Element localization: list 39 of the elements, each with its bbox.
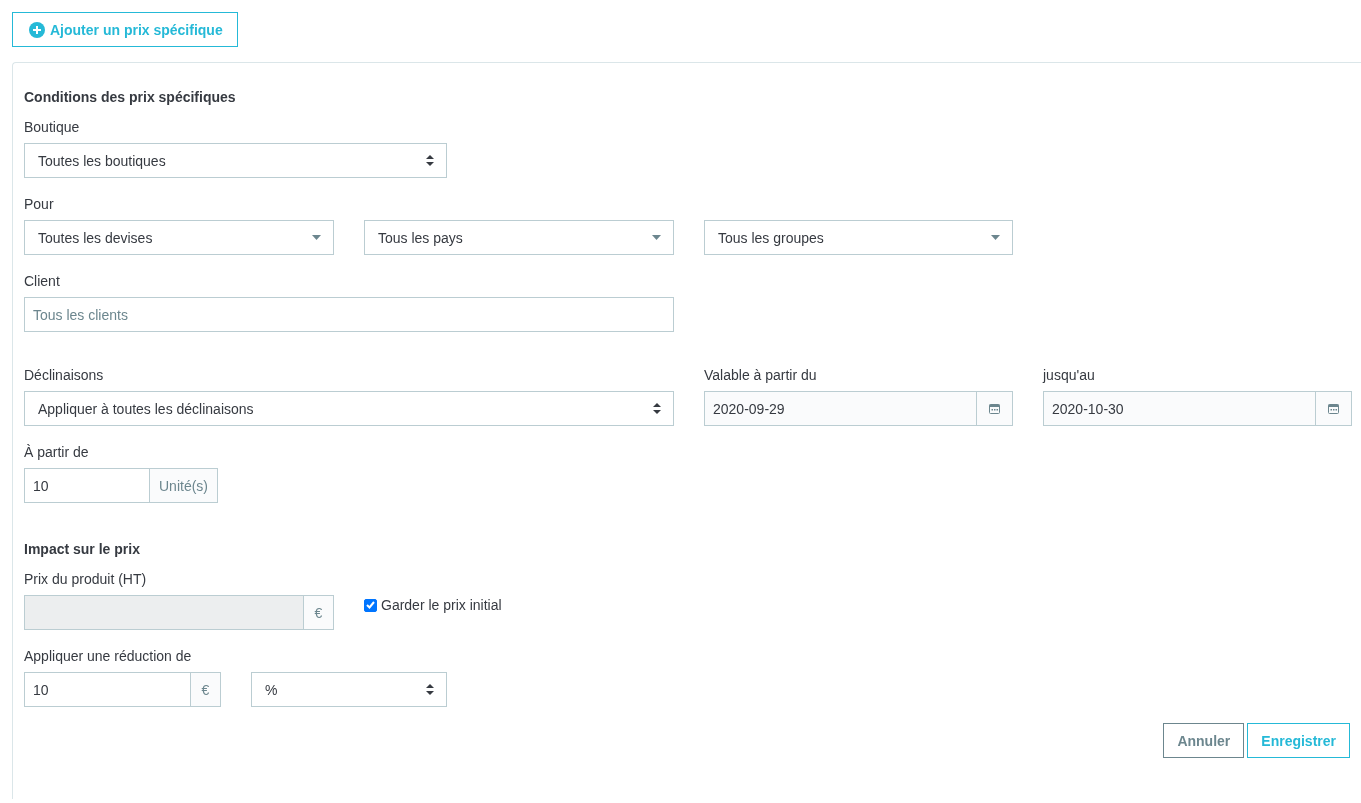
calendar-button[interactable] [1316, 391, 1352, 426]
section-title: Conditions des prix spécifiques [24, 89, 237, 105]
customer-field[interactable]: Tous les clients [24, 297, 674, 332]
field-label: Déclinaisons [24, 367, 105, 383]
plus-circle-icon [29, 21, 45, 38]
shop-select[interactable]: Toutes les boutiques [24, 143, 447, 178]
currency-addon: € [191, 672, 221, 707]
field-label: jusqu'au [1043, 367, 1096, 383]
field-label: Client [24, 273, 61, 289]
cancel-button[interactable]: Annuler [1163, 723, 1245, 758]
calendar-icon [1328, 403, 1339, 414]
reduction-field[interactable]: 10 [24, 672, 191, 707]
checkbox-icon[interactable] [364, 598, 377, 612]
up-down-caret-icon [426, 684, 434, 695]
field-label: Boutique [24, 119, 81, 135]
date-field[interactable]: 2020-10-30 [1043, 391, 1316, 426]
up-down-caret-icon [426, 155, 434, 166]
currency-addon: € [304, 595, 334, 630]
field-label: Prix du produit (HT) [24, 571, 148, 587]
section-title: Impact sur le prix [24, 541, 141, 557]
dropdown[interactable]: Toutes les devises [24, 220, 334, 255]
caret-down-icon [652, 235, 661, 240]
up-down-caret-icon [653, 403, 661, 414]
combinations-select[interactable]: Appliquer à toutes les déclinaisons [24, 391, 674, 426]
caret-down-icon [312, 235, 321, 240]
unit-addon: Unité(s) [150, 468, 218, 503]
keep-price-checkbox[interactable]: Garder le prix initial [364, 597, 502, 613]
quantity-field[interactable]: 10 [24, 468, 150, 503]
caret-down-icon [991, 235, 1000, 240]
dropdown[interactable]: Tous les pays [364, 220, 674, 255]
field-label: Valable à partir du [704, 367, 818, 383]
dropdown[interactable]: Tous les groupes [704, 220, 1013, 255]
calendar-button[interactable] [977, 391, 1013, 426]
field-label: Appliquer une réduction de [24, 648, 193, 664]
calendar-icon [989, 403, 1000, 414]
date-field[interactable]: 2020-09-29 [704, 391, 977, 426]
field-label: À partir de [24, 444, 90, 460]
field-label: Pour [24, 196, 55, 212]
reduction-type-select[interactable]: % [251, 672, 447, 707]
